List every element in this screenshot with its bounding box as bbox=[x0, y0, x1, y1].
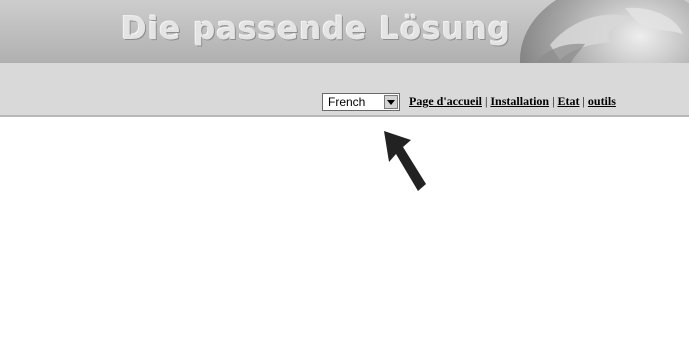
banner-title: Die passende Lösung bbox=[121, 11, 512, 47]
chevron-down-icon[interactable] bbox=[384, 95, 398, 109]
arrow-pointer-icon bbox=[384, 131, 426, 191]
globe-icon bbox=[520, 0, 689, 63]
nav-separator: | bbox=[582, 94, 585, 108]
language-select[interactable]: French bbox=[322, 93, 400, 111]
nav-links: Page d'accueil | Installation | Etat | outils bbox=[409, 94, 616, 109]
nav-link-outils[interactable]: outils bbox=[588, 94, 616, 108]
header-banner: Die passende Lösung bbox=[0, 0, 689, 63]
nav-link-installation[interactable]: Installation bbox=[490, 94, 549, 108]
nav-separator: | bbox=[484, 94, 488, 108]
language-select-value: French bbox=[328, 95, 366, 109]
nav-separator: | bbox=[552, 94, 555, 108]
nav-link-home[interactable]: Page d'accueil bbox=[409, 94, 482, 108]
nav-link-etat[interactable]: Etat bbox=[557, 94, 579, 108]
